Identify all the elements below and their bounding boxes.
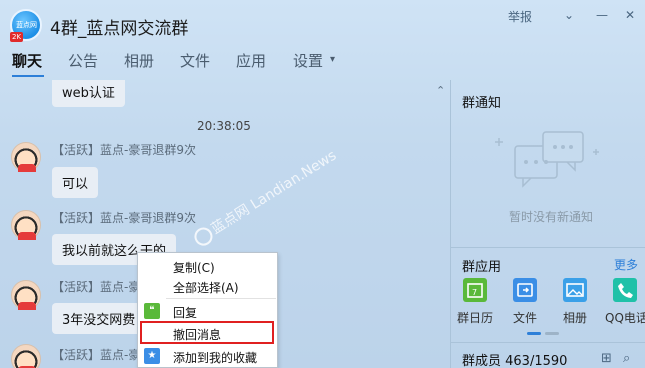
context-menu: 复制(C) 全部选择(A) ❝ 回复 撤回消息 ★ 添加到我的收藏	[137, 252, 278, 368]
menu-item-copy[interactable]: 复制(C)	[138, 255, 277, 277]
menu-item-label: 回复	[173, 306, 198, 320]
app-label: 文件	[512, 311, 537, 325]
members-count: 群成员 463/1590	[462, 354, 568, 368]
avatar[interactable]	[11, 142, 41, 172]
tab-active-indicator	[12, 75, 44, 77]
message-bubble[interactable]: web认证	[52, 80, 125, 107]
phone-icon	[613, 278, 637, 302]
empty-notice-icon	[495, 131, 599, 188]
app-label: QQ电话	[605, 311, 645, 325]
app-files[interactable]: 文件	[505, 278, 545, 326]
menu-item-label: 全部选择(A)	[173, 281, 239, 295]
menu-item-reply[interactable]: ❝ 回复	[138, 300, 277, 322]
tab-settings[interactable]: 设置	[293, 50, 323, 71]
app-label: 相册	[562, 311, 587, 325]
notice-title: 群通知	[462, 96, 502, 111]
message-sender[interactable]: 【活跃】蓝点-豪哥退群9次	[52, 209, 196, 226]
right-panel: 群通知 暂时没有新通知 群应用 更多 7 群日历 文件 相册 QQ电话 群成员 …	[450, 80, 645, 368]
tab-album[interactable]: 相册	[124, 50, 154, 71]
svg-text:7: 7	[472, 288, 477, 297]
app-album[interactable]: 相册	[555, 278, 595, 326]
avatar[interactable]	[11, 280, 41, 310]
photo-icon	[563, 278, 587, 302]
tab-bar: 聊天 公告 相册 文件 应用 设置 ▾	[0, 50, 645, 78]
empty-notice-text: 暂时没有新通知	[509, 210, 594, 224]
window-title: 4群_蓝点网交流群	[50, 19, 189, 39]
tab-chat[interactable]: 聊天	[12, 50, 42, 71]
avatar[interactable]	[11, 210, 41, 240]
pager-dot-active[interactable]	[527, 332, 541, 335]
tab-announcement[interactable]: 公告	[68, 50, 98, 71]
menu-item-add-favorite[interactable]: ★ 添加到我的收藏	[138, 345, 277, 367]
recall-highlight-box	[140, 321, 274, 344]
apps-title: 群应用	[462, 260, 502, 275]
section-divider	[451, 247, 645, 248]
title-bar: 蓝点网 2K 4群_蓝点网交流群 举报 ⌄ — ✕	[0, 0, 645, 44]
star-icon: ★	[144, 348, 160, 364]
calendar-icon: 7	[463, 278, 487, 302]
file-icon	[513, 278, 537, 302]
message-sender[interactable]: 【活跃】蓝点-豪	[52, 278, 140, 295]
app-label: 群日历	[456, 311, 493, 325]
quote-icon: ❝	[144, 303, 160, 319]
message-sender[interactable]: 【活跃】蓝点-豪哥退群9次	[52, 141, 196, 158]
group-avatar[interactable]: 蓝点网 2K	[10, 9, 42, 42]
tab-files[interactable]: 文件	[180, 50, 210, 71]
app-calendar[interactable]: 7 群日历	[455, 278, 495, 326]
more-apps-link[interactable]: 更多	[614, 256, 638, 273]
avatar[interactable]	[11, 344, 41, 368]
menu-item-label: 添加到我的收藏	[173, 351, 258, 365]
menu-item-label: 复制(C)	[173, 261, 215, 275]
logo-text: 蓝点网	[16, 21, 37, 29]
message-sender[interactable]: 【活跃】蓝点-豪	[52, 346, 140, 363]
menu-icon[interactable]: ⌄	[564, 8, 574, 22]
minimize-button[interactable]: —	[596, 8, 608, 22]
message-bubble[interactable]: 可以	[52, 167, 99, 198]
menu-separator	[166, 298, 276, 299]
chevron-down-icon[interactable]: ▾	[330, 54, 335, 65]
member-settings-icon[interactable]: ⊞	[601, 351, 612, 366]
section-divider	[451, 342, 645, 343]
tab-apps[interactable]: 应用	[236, 50, 266, 71]
report-button[interactable]: 举报	[508, 8, 532, 25]
message-timestamp: 20:38:05	[197, 119, 251, 133]
app-qq-call[interactable]: QQ电话	[605, 278, 645, 326]
search-icon[interactable]: ⌕	[623, 351, 630, 366]
menu-item-select-all[interactable]: 全部选择(A)	[138, 275, 277, 297]
collapse-icon[interactable]: ⌃	[436, 84, 445, 97]
logo-badge: 2K	[10, 32, 24, 42]
message-bubble[interactable]: 3年没交网费	[52, 303, 146, 334]
pager-dot[interactable]	[545, 332, 559, 335]
close-button[interactable]: ✕	[625, 8, 635, 22]
